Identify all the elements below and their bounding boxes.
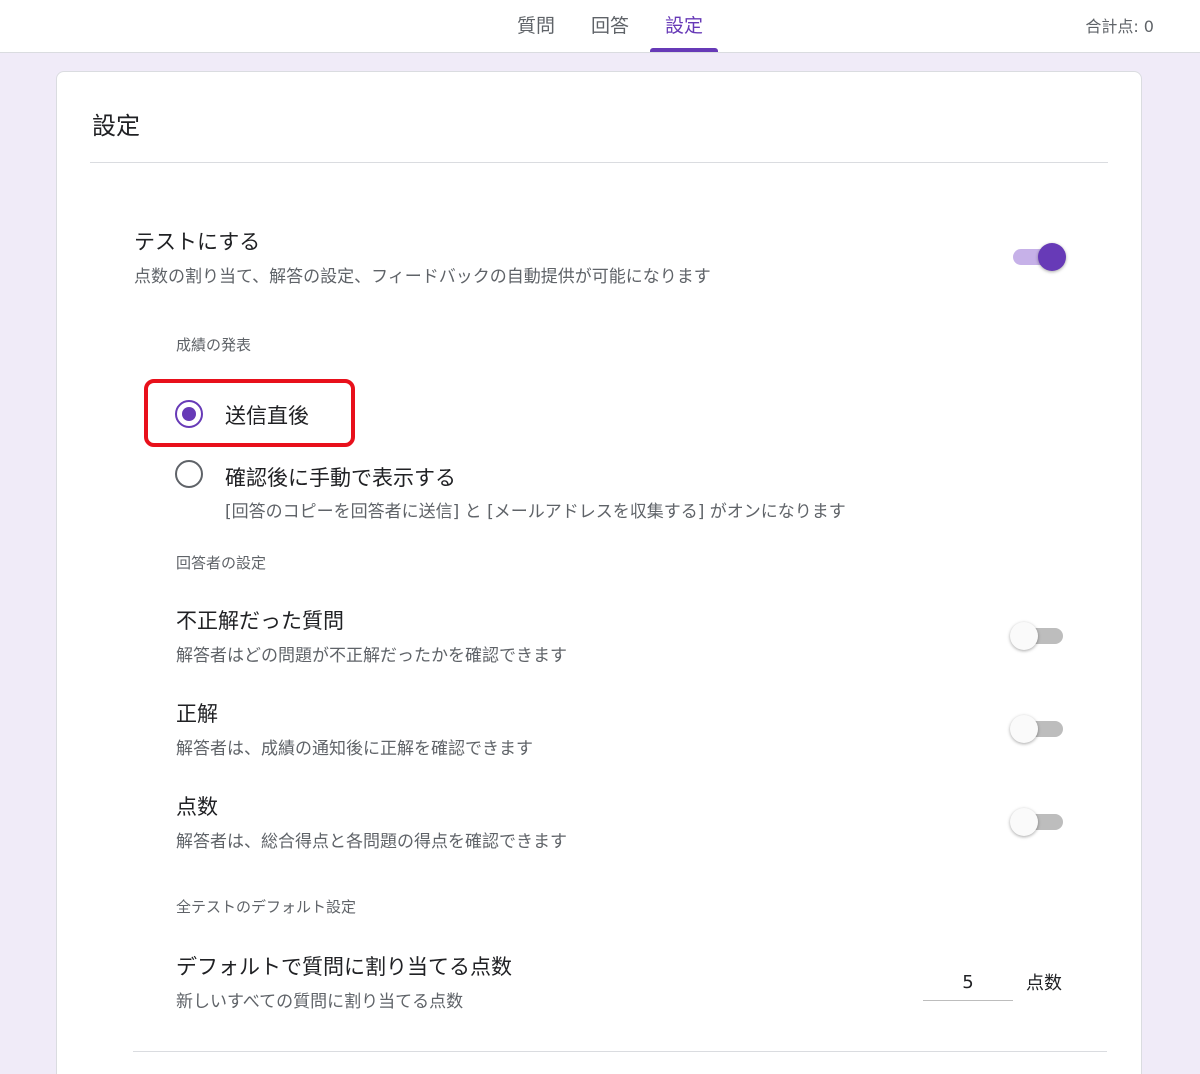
tab-settings[interactable]: 設定: [650, 0, 718, 53]
quiz-mode-title: テストにする: [134, 230, 261, 254]
correct-answers-toggle[interactable]: [1010, 714, 1066, 744]
bottom-divider: [133, 1051, 1107, 1052]
respondent-settings-label: 回答者の設定: [176, 554, 267, 572]
title-divider: [90, 162, 1108, 163]
quiz-mode-description: 点数の割り当て、解答の設定、フィードバックの自動提供が可能になります: [134, 267, 711, 287]
quiz-mode-toggle[interactable]: [1010, 242, 1066, 272]
radio-immediately[interactable]: [175, 400, 203, 428]
radio-manual-label[interactable]: 確認後に手動で表示する: [225, 462, 456, 492]
toggle-thumb: [1010, 715, 1038, 743]
toggle-thumb: [1010, 808, 1038, 836]
quiz-defaults-label: 全テストのデフォルト設定: [176, 898, 357, 916]
point-values-title: 点数: [176, 795, 218, 819]
default-points-title: デフォルトで質問に割り当てる点数: [176, 955, 512, 979]
radio-immediately-label[interactable]: 送信直後: [225, 400, 309, 430]
total-points: 合計点: 0: [1085, 17, 1154, 36]
correct-answers-description: 解答者は、成績の通知後に正解を確認できます: [176, 739, 533, 759]
default-points-unit: 点数: [1026, 973, 1062, 994]
correct-answers-title: 正解: [176, 702, 218, 726]
missed-questions-title: 不正解だった質問: [176, 609, 344, 633]
release-grade-label: 成績の発表: [176, 336, 252, 354]
toggle-thumb: [1010, 622, 1038, 650]
point-values-toggle[interactable]: [1010, 807, 1066, 837]
default-points-input[interactable]: [923, 965, 1013, 1001]
tab-responses[interactable]: 回答: [582, 0, 638, 53]
page-title: 設定: [92, 112, 140, 140]
radio-dot: [182, 407, 196, 421]
missed-questions-toggle[interactable]: [1010, 621, 1066, 651]
default-points-description: 新しいすべての質問に割り当てる点数: [176, 992, 464, 1012]
active-tab-indicator: [650, 48, 718, 52]
radio-manual[interactable]: [175, 460, 203, 488]
tab-questions[interactable]: 質問: [508, 0, 564, 53]
point-values-description: 解答者は、総合得点と各問題の得点を確認できます: [176, 832, 567, 852]
missed-questions-description: 解答者はどの問題が不正解だったかを確認できます: [176, 646, 567, 666]
top-bar: 質問 回答 設定 合計点: 0: [0, 0, 1200, 53]
radio-manual-description: [回答のコピーを回答者に送信] と [メールアドレスを収集する] がオンになりま…: [225, 502, 846, 522]
toggle-thumb: [1038, 243, 1066, 271]
